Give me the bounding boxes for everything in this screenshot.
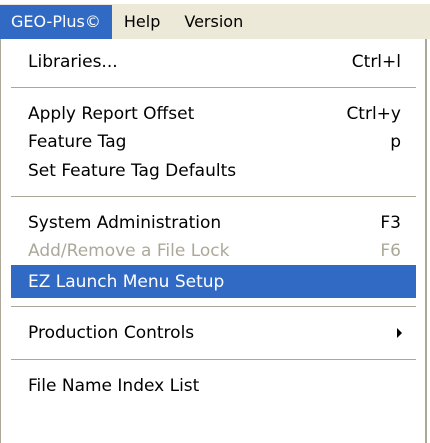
- menu-item-add-remove-file-lock: Add/Remove a File Lock F6: [11, 234, 416, 267]
- menu-item-label: EZ Launch Menu Setup: [28, 271, 225, 292]
- menu-item-shortcut: F6: [380, 240, 401, 261]
- menu-item-label: Set Feature Tag Defaults: [28, 160, 237, 181]
- menu-item-shortcut: Ctrl+y: [346, 103, 401, 124]
- menu-separator: [11, 359, 416, 360]
- menu-item-label: System Administration: [28, 212, 222, 233]
- submenu-arrow-icon: [397, 327, 402, 338]
- menu-separator: [11, 87, 416, 88]
- menu-item-label: File Name Index List: [28, 375, 200, 396]
- menubar-item-geo-plus[interactable]: GEO-Plus©: [0, 5, 112, 39]
- menu-separator: [11, 306, 416, 307]
- menu-item-label: Add/Remove a File Lock: [28, 240, 230, 261]
- menubar-item-help[interactable]: Help: [112, 5, 172, 39]
- menu-item-set-feature-tag-defaults[interactable]: Set Feature Tag Defaults: [11, 154, 416, 187]
- menu-separator: [11, 196, 416, 197]
- menu-item-label: Apply Report Offset: [28, 103, 195, 124]
- menu-item-label: Feature Tag: [28, 131, 127, 152]
- menu-item-libraries[interactable]: Libraries... Ctrl+l: [11, 45, 416, 78]
- dropdown-menu: Libraries... Ctrl+l Apply Report Offset …: [0, 39, 427, 443]
- menu-item-ez-launch-menu-setup[interactable]: EZ Launch Menu Setup: [11, 265, 416, 298]
- menubar-top-edge: [0, 0, 430, 4]
- menu-item-shortcut: p: [390, 131, 401, 152]
- menu-item-label: Production Controls: [28, 322, 195, 343]
- menu-item-shortcut: F3: [380, 212, 401, 233]
- menu-item-shortcut: Ctrl+l: [351, 51, 401, 72]
- menu-bar: GEO-Plus© Help Version: [0, 0, 430, 39]
- menu-item-label: Libraries...: [28, 51, 118, 72]
- menu-item-file-name-index-list[interactable]: File Name Index List: [11, 369, 416, 402]
- menu-item-production-controls[interactable]: Production Controls: [11, 316, 416, 349]
- menubar-item-version[interactable]: Version: [172, 5, 255, 39]
- application-window: GEO-Plus© Help Version Libraries... Ctrl…: [0, 0, 430, 443]
